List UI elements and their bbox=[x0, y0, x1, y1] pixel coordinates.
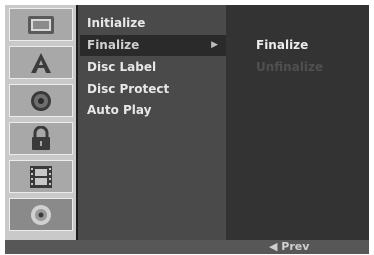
menu-item-label: Disc Label bbox=[87, 60, 157, 74]
speaker-icon bbox=[31, 90, 51, 111]
sidebar-item-lock[interactable] bbox=[9, 122, 73, 155]
tv-icon bbox=[28, 15, 54, 34]
option-finalize[interactable]: Finalize bbox=[256, 35, 308, 56]
menu-item-label: Disc Protect bbox=[87, 82, 170, 96]
sidebar-item-disc[interactable] bbox=[9, 198, 73, 231]
menu-item-disc-label[interactable]: Disc Label bbox=[80, 57, 226, 78]
chevron-right-icon: ▶ bbox=[211, 40, 218, 50]
sidebar-item-language[interactable] bbox=[9, 46, 73, 79]
menu-item-label: Finalize bbox=[87, 38, 140, 52]
sidebar-item-audio[interactable] bbox=[9, 84, 73, 117]
sidebar-item-display[interactable] bbox=[9, 8, 73, 41]
menu-item-disc-protect[interactable]: Disc Protect bbox=[80, 79, 226, 100]
category-sidebar bbox=[5, 5, 76, 240]
menu-item-label: Auto Play bbox=[87, 103, 152, 117]
menu-item-auto-play[interactable]: Auto Play bbox=[80, 100, 226, 121]
option-unfinalize: Unfinalize bbox=[256, 60, 324, 74]
disc-icon bbox=[31, 204, 51, 225]
setup-screen: Initialize Finalize ▶ Disc Label Disc Pr… bbox=[5, 5, 369, 254]
lock-icon bbox=[32, 125, 50, 150]
language-a-icon bbox=[31, 52, 51, 73]
sidebar-item-recording[interactable] bbox=[9, 160, 73, 193]
film-strip-icon bbox=[30, 165, 52, 188]
footer-bar: ◀ Prev bbox=[5, 240, 369, 254]
menu-item-finalize[interactable]: Finalize ▶ bbox=[80, 35, 226, 56]
finalize-submenu: Finalize Unfinalize bbox=[226, 5, 369, 240]
disc-menu: Initialize Finalize ▶ Disc Label Disc Pr… bbox=[78, 5, 226, 240]
menu-item-label: Initialize bbox=[87, 16, 146, 30]
menu-item-initialize[interactable]: Initialize bbox=[80, 13, 226, 34]
prev-button[interactable]: ◀ Prev bbox=[269, 240, 309, 254]
